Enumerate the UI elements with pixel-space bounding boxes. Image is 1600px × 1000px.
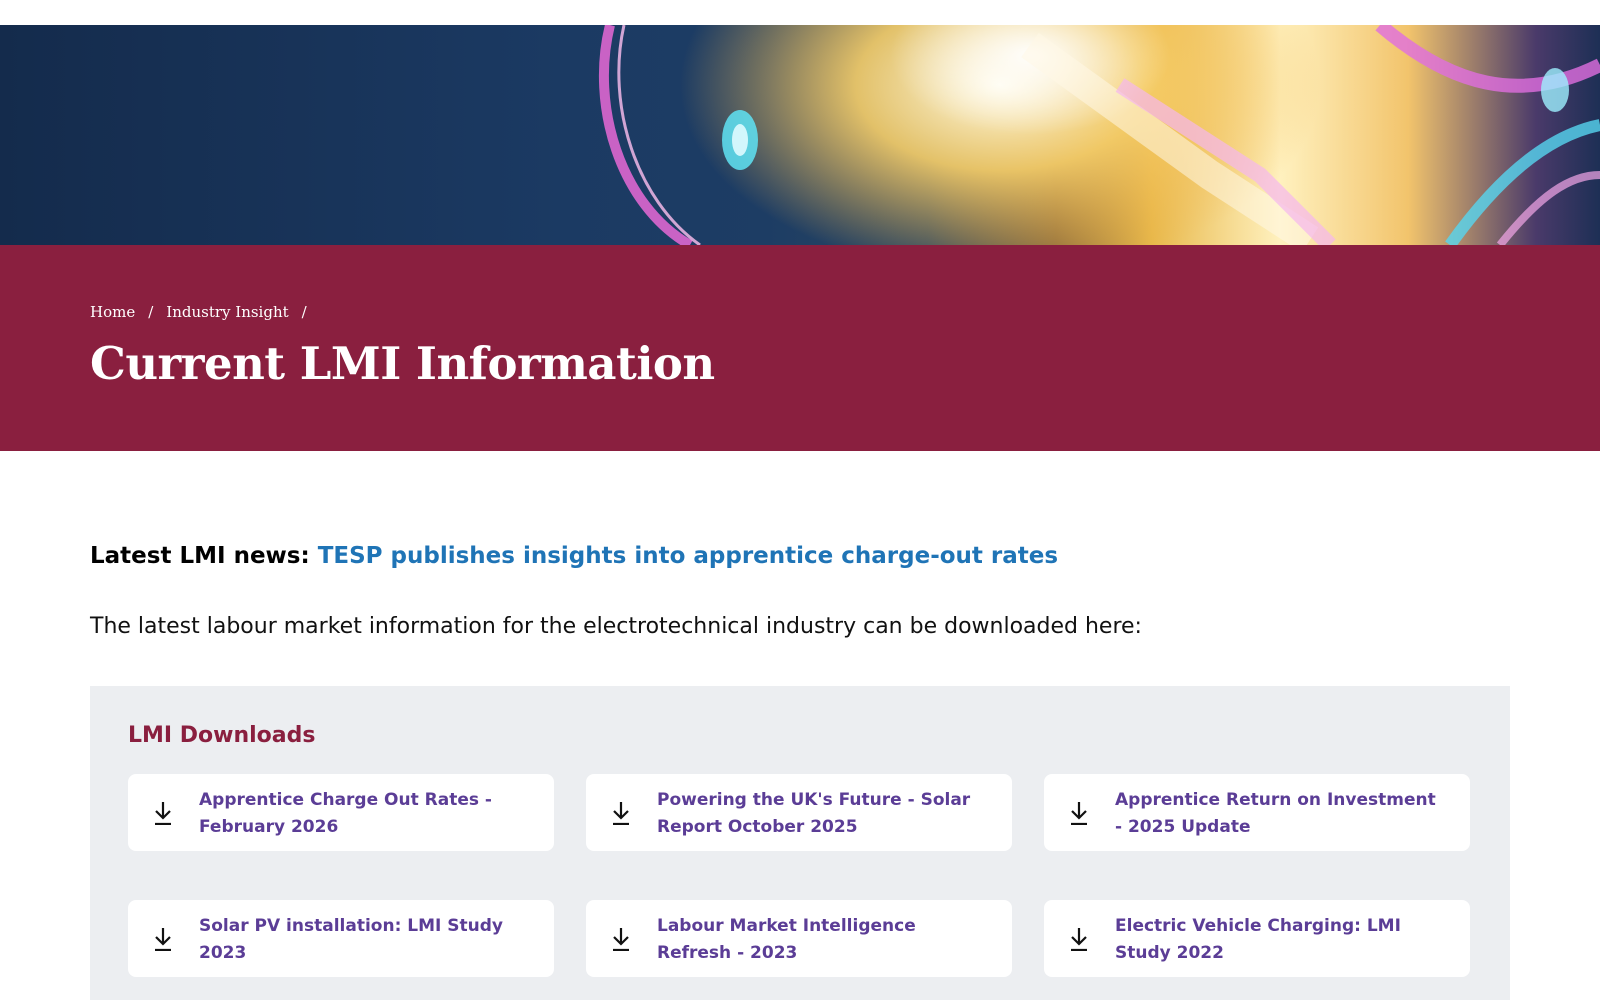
download-card[interactable]: Powering the UK's Future - Solar Report …: [586, 774, 1012, 851]
download-icon: [613, 928, 629, 951]
download-card[interactable]: Apprentice Return on Investment - 2025 U…: [1044, 774, 1470, 851]
download-card-label: Apprentice Charge Out Rates - February 2…: [199, 790, 492, 837]
breadcrumb-industry-insight-link[interactable]: Industry Insight: [166, 303, 288, 321]
download-icon: [155, 802, 171, 825]
breadcrumb-separator: /: [301, 303, 307, 321]
intro-text: The latest labour market information for…: [90, 614, 1142, 639]
latest-news-link[interactable]: TESP publishes insights into apprentice …: [318, 543, 1058, 569]
download-icon: [1071, 802, 1087, 825]
breadcrumb-separator: /: [148, 303, 154, 321]
hero-image-lightbulb: [0, 25, 1600, 245]
download-card[interactable]: Electric Vehicle Charging: LMI Study 202…: [1044, 900, 1470, 977]
download-card[interactable]: Apprentice Charge Out Rates - February 2…: [128, 774, 554, 851]
latest-news: Latest LMI news: TESP publishes insights…: [90, 543, 1058, 569]
download-card-label: Labour Market Intelligence Refresh - 202…: [657, 916, 916, 963]
page: Home / Industry Insight / Current LMI In…: [0, 0, 1600, 1000]
download-card[interactable]: Solar PV installation: LMI Study 2023: [128, 900, 554, 977]
page-title: Current LMI Information: [90, 337, 715, 390]
lightbulb-illustration: [599, 25, 1600, 245]
download-card[interactable]: Labour Market Intelligence Refresh - 202…: [586, 900, 1012, 977]
lmi-downloads-panel: LMI Downloads Apprentice Charge Out Rate…: [90, 686, 1510, 1000]
download-card-label: Solar PV installation: LMI Study 2023: [199, 916, 503, 963]
download-icon: [613, 802, 629, 825]
download-card-label: Electric Vehicle Charging: LMI Study 202…: [1115, 916, 1401, 963]
download-icon: [155, 928, 171, 951]
lmi-downloads-heading: LMI Downloads: [128, 723, 316, 748]
download-card-label: Apprentice Return on Investment - 2025 U…: [1115, 790, 1436, 837]
breadcrumb: Home / Industry Insight /: [90, 303, 320, 321]
download-card-label: Powering the UK's Future - Solar Report …: [657, 790, 971, 837]
page-header-band: Home / Industry Insight / Current LMI In…: [0, 245, 1600, 451]
latest-news-label: Latest LMI news:: [90, 543, 310, 569]
download-icon: [1071, 928, 1087, 951]
breadcrumb-home-link[interactable]: Home: [90, 303, 135, 321]
